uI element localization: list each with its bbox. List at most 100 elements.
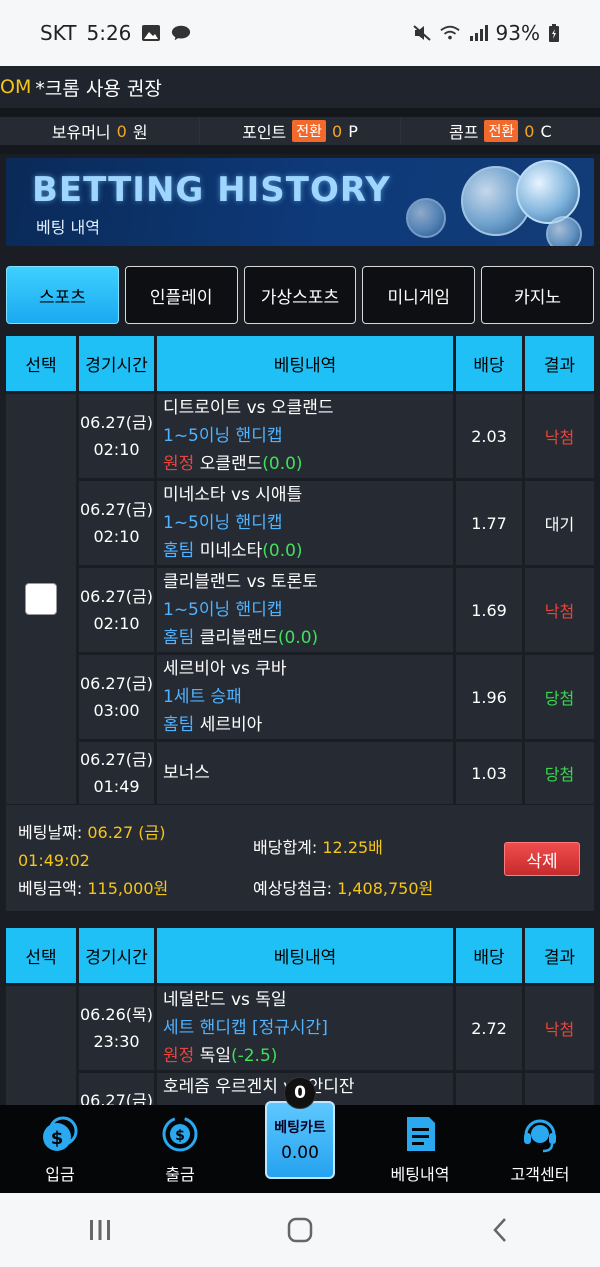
tab-casino[interactable]: 카지노 — [481, 266, 594, 324]
match-time: 06.27(금) 03:00 — [79, 655, 154, 739]
svg-text:$: $ — [175, 1128, 185, 1144]
match-time: 06.27(금) 01:49 — [79, 742, 154, 804]
point-cell: 포인트 전환 0 P — [200, 117, 401, 145]
match-name: 호레즘 우르겐치 vs 안디잔 — [163, 1077, 355, 1097]
tab-inplay[interactable]: 인플레이 — [124, 266, 238, 324]
table-header: 선택 경기시간 베팅내역 배당 결과 — [6, 928, 594, 983]
comp-label: 콤프 — [449, 123, 479, 142]
match-name: 네덜란드 vs 독일 — [163, 990, 287, 1010]
carrier-label: SKT — [40, 21, 77, 45]
nav-deposit[interactable]: $ 입금 — [0, 1105, 120, 1193]
bet-detail: 보너스 — [157, 742, 453, 804]
nav-history[interactable]: 베팅내역 — [360, 1105, 480, 1193]
header-select: 선택 — [6, 336, 76, 391]
wifi-icon — [439, 25, 460, 40]
pick-line: 원정 독일(-2.5) — [163, 1046, 278, 1066]
match-name: 클리블랜드 vs 토론토 — [163, 572, 318, 592]
result-badge: 낙첨 — [525, 568, 594, 652]
coin-decoration — [516, 160, 580, 224]
delete-button[interactable]: 삭제 — [504, 842, 580, 876]
bet-cart-button[interactable]: 0 베팅카트 0.00 — [265, 1077, 335, 1179]
market-name: 1~5이닝 핸디캡 — [163, 426, 283, 446]
header-odds: 배당 — [456, 336, 522, 391]
clock-label: 5:26 — [86, 21, 132, 45]
comp-unit: C — [540, 121, 552, 141]
match-time: 06.27(금) 02:10 — [79, 481, 154, 565]
money-cell: 보유머니 0 원 — [0, 117, 201, 145]
bet-detail: 세르비아 vs 쿠바 1세트 승패 홈팀 세르비아 — [157, 655, 453, 739]
table-body: 06.27(금) 02:10 디트로이트 vs 오클랜드 1~5이닝 핸디캡 원정… — [6, 394, 594, 804]
market-name: 세트 핸디캡 [정규시간] — [163, 1018, 328, 1038]
bet-select-checkbox[interactable] — [25, 583, 57, 615]
market-name: 1~5이닝 핸디캡 — [163, 513, 283, 533]
header-result: 결과 — [525, 928, 594, 983]
match-time: 06.26(목) 23:30 — [79, 986, 154, 1070]
system-nav-bar — [0, 1193, 600, 1267]
comp-value: 0 — [524, 121, 535, 141]
odds-value: 1.69 — [456, 568, 522, 652]
notice-prefix: OM — [0, 76, 32, 98]
bet-rows: 06.27(금) 02:10 디트로이트 vs 오클랜드 1~5이닝 핸디캡 원정… — [79, 394, 594, 804]
cart-count-badge: 0 — [284, 1077, 316, 1109]
money-value: 0 — [116, 121, 127, 141]
odds-value: 1.96 — [456, 655, 522, 739]
odds-value: 1.03 — [456, 742, 522, 804]
pick-line: 홈팀 미네소타(0.0) — [163, 541, 303, 561]
recent-apps-button[interactable] — [70, 1210, 130, 1250]
bet-amount: 베팅금액: 115,000원 — [18, 879, 169, 898]
money-unit: 원 — [132, 123, 148, 142]
battery-icon — [549, 24, 559, 42]
header-odds: 배당 — [456, 928, 522, 983]
table-row: 06.27(금) 01:49 보너스 1.03 당첨 — [79, 742, 594, 804]
match-name: 세르비아 vs 쿠바 — [163, 659, 287, 679]
nav-withdraw[interactable]: $ 출금 — [120, 1105, 240, 1193]
notice-marquee: OM *크롬 사용 권장 — [0, 66, 600, 108]
pick-line: 원정 오클랜드(0.0) — [163, 454, 303, 474]
header-select: 선택 — [6, 928, 76, 983]
deposit-coin-icon: $ — [43, 1116, 78, 1151]
market-name: 1~5이닝 핸디캡 — [163, 600, 283, 620]
recent-apps-icon — [90, 1220, 110, 1240]
nav-support-label: 고객센터 — [510, 1165, 570, 1184]
pick-line: 홈팀 클리블랜드(0.0) — [163, 628, 319, 648]
pick-line: 홈팀 세르비아 — [163, 715, 263, 735]
tab-sports[interactable]: 스포츠 — [6, 266, 119, 324]
match-name: 보너스 — [163, 763, 210, 783]
nav-bet-cart[interactable]: 0 베팅카트 0.00 — [240, 1077, 360, 1193]
table-row: 06.27(금) 02:10 디트로이트 vs 오클랜드 1~5이닝 핸디캡 원정… — [79, 394, 594, 478]
withdraw-coin-icon: $ — [162, 1116, 198, 1152]
header-time: 경기시간 — [79, 336, 154, 391]
banner-subtitle: 베팅 내역 — [36, 218, 100, 237]
tab-virtual-sports[interactable]: 가상스포츠 — [243, 266, 357, 324]
back-button[interactable] — [470, 1210, 530, 1250]
back-icon — [493, 1218, 506, 1242]
table-row: 06.27(금) 02:10 클리블랜드 vs 토론토 1~5이닝 핸디캡 홈팀 … — [79, 568, 594, 652]
point-convert-button[interactable]: 전환 — [292, 120, 327, 142]
gallery-icon — [142, 25, 161, 41]
point-unit: P — [348, 121, 358, 141]
betting-history-banner: BETTING HISTORY 베팅 내역 — [6, 158, 594, 246]
header-time: 경기시간 — [79, 928, 154, 983]
total-odds: 배당합계: 12.25배 — [253, 838, 383, 857]
home-button[interactable] — [270, 1210, 330, 1250]
table-row: 06.27(금) 03:00 세르비아 vs 쿠바 1세트 승패 홈팀 세르비아 … — [79, 655, 594, 739]
svg-text:$: $ — [51, 1128, 64, 1149]
coin-decoration — [546, 216, 582, 246]
bet-detail: 클리블랜드 vs 토론토 1~5이닝 핸디캡 홈팀 클리블랜드(0.0) — [157, 568, 453, 652]
comp-convert-button[interactable]: 전환 — [484, 120, 519, 142]
nav-support[interactable]: 고객센터 — [480, 1105, 600, 1193]
match-name: 미네소타 vs 시애틀 — [163, 485, 303, 505]
talk-icon — [172, 25, 191, 41]
banner-title: BETTING HISTORY — [32, 170, 391, 210]
tab-minigame[interactable]: 미니게임 — [362, 266, 476, 324]
table-row: 06.27(금) 02:10 미네소타 vs 시애틀 1~5이닝 핸디캡 홈팀 미… — [79, 481, 594, 565]
select-column — [6, 394, 76, 804]
odds-value: 2.03 — [456, 394, 522, 478]
comp-cell: 콤프 전환 0 C — [400, 117, 600, 145]
money-label: 보유머니 — [51, 123, 111, 142]
status-bar: SKT 5:26 93% — [0, 0, 600, 66]
headset-icon — [524, 1119, 556, 1153]
odds-value: 2.72 — [456, 986, 522, 1070]
battery-percent: 93% — [495, 21, 540, 45]
match-time: 06.27(금) 02:10 — [79, 394, 154, 478]
